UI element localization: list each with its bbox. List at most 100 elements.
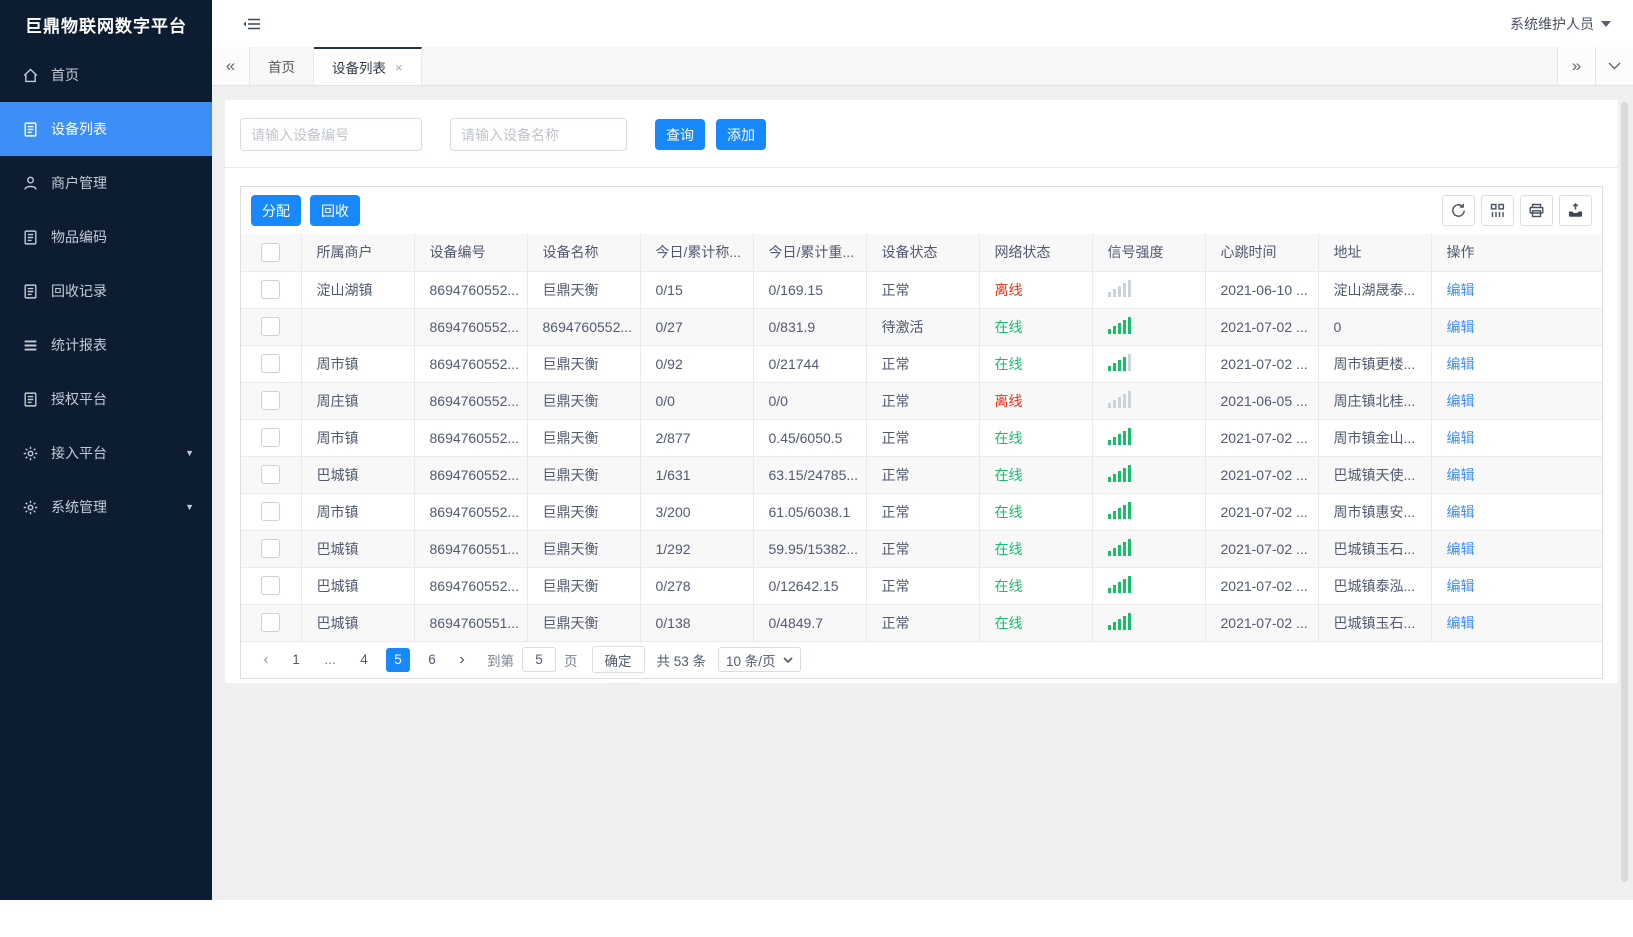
sidebar-item-device-list[interactable]: 设备列表 [0,102,212,156]
cell-signal [1092,530,1206,568]
tabs-scroll-right-button[interactable]: » [1557,47,1595,85]
columns-button[interactable] [1481,195,1514,226]
export-button[interactable] [1559,195,1592,226]
cell-today-weight: 63.15/24785... [753,456,867,494]
edit-link[interactable]: 编辑 [1447,578,1475,594]
select-all-checkbox[interactable] [261,242,281,262]
table-row: 巴城镇 8694760551... 巨鼎天衡 0/138 0/4849.7 正常 在线 202… [241,604,1602,642]
row-checkbox[interactable] [261,354,281,373]
signal-strength-icon [1107,612,1133,630]
sidebar-item-label: 首页 [51,67,79,83]
cell-heartbeat: 2021-07-02 ... [1205,308,1319,346]
goto-confirm-button[interactable]: 确定 [591,646,645,673]
cell-merchant: 巴城镇 [301,530,415,568]
device-no-input[interactable] [240,118,422,151]
cell-merchant [301,308,415,346]
row-checkbox[interactable] [261,280,281,299]
signal-strength-icon [1107,501,1133,519]
device-name-input[interactable] [450,118,627,151]
assign-button[interactable]: 分配 [251,195,301,226]
cell-network-status: 在线 [979,419,1093,457]
edit-link[interactable]: 编辑 [1447,615,1475,631]
cell-device-no: 8694760552... [414,345,528,383]
menu-fold-icon[interactable] [242,13,264,35]
goto-page-input[interactable] [522,647,556,672]
refresh-button[interactable] [1442,195,1475,226]
tab-设备列表[interactable]: 设备列表 × [314,47,422,85]
tabs-dropdown-button[interactable] [1595,47,1633,85]
page-scrollbar[interactable] [1621,102,1628,882]
print-icon [1529,203,1544,218]
row-checkbox-cell [241,382,302,420]
page-number-5[interactable]: 5 [386,647,410,672]
page-number-6[interactable]: 6 [420,648,444,672]
add-button[interactable]: 添加 [716,119,766,150]
tab-label: 设备列表 [332,61,386,76]
cell-merchant: 周庄镇 [301,382,415,420]
next-page-button[interactable]: › [449,651,475,669]
cell-merchant: 周市镇 [301,493,415,531]
tabbar-spacer [422,47,1557,85]
tab-首页[interactable]: 首页 [250,47,314,85]
signal-strength-icon [1107,390,1133,408]
row-checkbox[interactable] [261,391,281,410]
cell-address: 巴城镇玉石... [1318,604,1432,642]
cell-device-name: 巨鼎天衡 [527,345,641,383]
sidebar-item-access-platform[interactable]: 接入平台 ▼ [0,426,212,480]
close-icon[interactable]: × [395,60,403,75]
row-checkbox[interactable] [261,576,281,595]
print-button[interactable] [1520,195,1553,226]
edit-link[interactable]: 编辑 [1447,356,1475,372]
edit-link[interactable]: 编辑 [1447,282,1475,298]
cell-device-name: 巨鼎天衡 [527,530,641,568]
row-checkbox[interactable] [261,428,281,447]
user-menu[interactable]: 系统维护人员 [1510,14,1611,34]
sidebar-item-auth-platform[interactable]: 授权平台 [0,372,212,426]
page-number-1[interactable]: 1 [284,648,308,672]
edit-link[interactable]: 编辑 [1447,393,1475,409]
clipboard-icon [22,391,39,408]
sidebar-item-merchant-mgmt[interactable]: 商户管理 [0,156,212,210]
cell-today-count: 0/278 [640,567,754,605]
cell-signal [1092,493,1206,531]
sidebar-item-item-code[interactable]: 物品编码 [0,210,212,264]
sidebar-item-system-mgmt[interactable]: 系统管理 ▼ [0,480,212,534]
cell-heartbeat: 2021-07-02 ... [1205,530,1319,568]
sidebar-item-home[interactable]: 首页 [0,48,212,102]
cell-signal [1092,271,1206,309]
cell-merchant: 巴城镇 [301,604,415,642]
page-number-4[interactable]: 4 [352,648,376,672]
row-checkbox[interactable] [261,317,281,336]
query-button[interactable]: 查询 [655,119,705,150]
cell-today-count: 1/631 [640,456,754,494]
recycle-button[interactable]: 回收 [310,195,360,226]
row-checkbox[interactable] [261,539,281,558]
sidebar-item-recycle-record[interactable]: 回收记录 [0,264,212,318]
row-checkbox[interactable] [261,613,281,632]
search-section: 查询 添加 [225,100,1618,168]
row-checkbox[interactable] [261,465,281,484]
edit-link[interactable]: 编辑 [1447,430,1475,446]
cell-device-status: 待激活 [866,308,980,346]
table-row: 周市镇 8694760552... 巨鼎天衡 3/200 61.05/6038.1 正常在… [241,493,1602,531]
cell-device-status: 正常 [866,567,980,605]
tabs-scroll-left-button[interactable]: « [212,47,250,85]
page-size-select[interactable]: 10 条/页 [718,647,801,672]
cell-address: 巴城镇天使... [1318,456,1432,494]
sidebar-item-stats-report[interactable]: 统计报表 [0,318,212,372]
row-checkbox-cell [241,419,302,457]
cell-heartbeat: 2021-07-02 ... [1205,456,1319,494]
signal-strength-icon [1107,316,1133,334]
cell-signal [1092,308,1206,346]
cell-signal [1092,456,1206,494]
cell-merchant: 淀山湖镇 [301,271,415,309]
edit-link[interactable]: 编辑 [1447,319,1475,335]
cell-device-name: 巨鼎天衡 [527,567,641,605]
edit-link[interactable]: 编辑 [1447,467,1475,483]
sidebar-item-label: 授权平台 [51,391,107,407]
edit-link[interactable]: 编辑 [1447,541,1475,557]
cell-today-count: 0/92 [640,345,754,383]
row-checkbox[interactable] [261,502,281,521]
prev-page-button[interactable]: ‹ [253,651,279,669]
edit-link[interactable]: 编辑 [1447,504,1475,520]
